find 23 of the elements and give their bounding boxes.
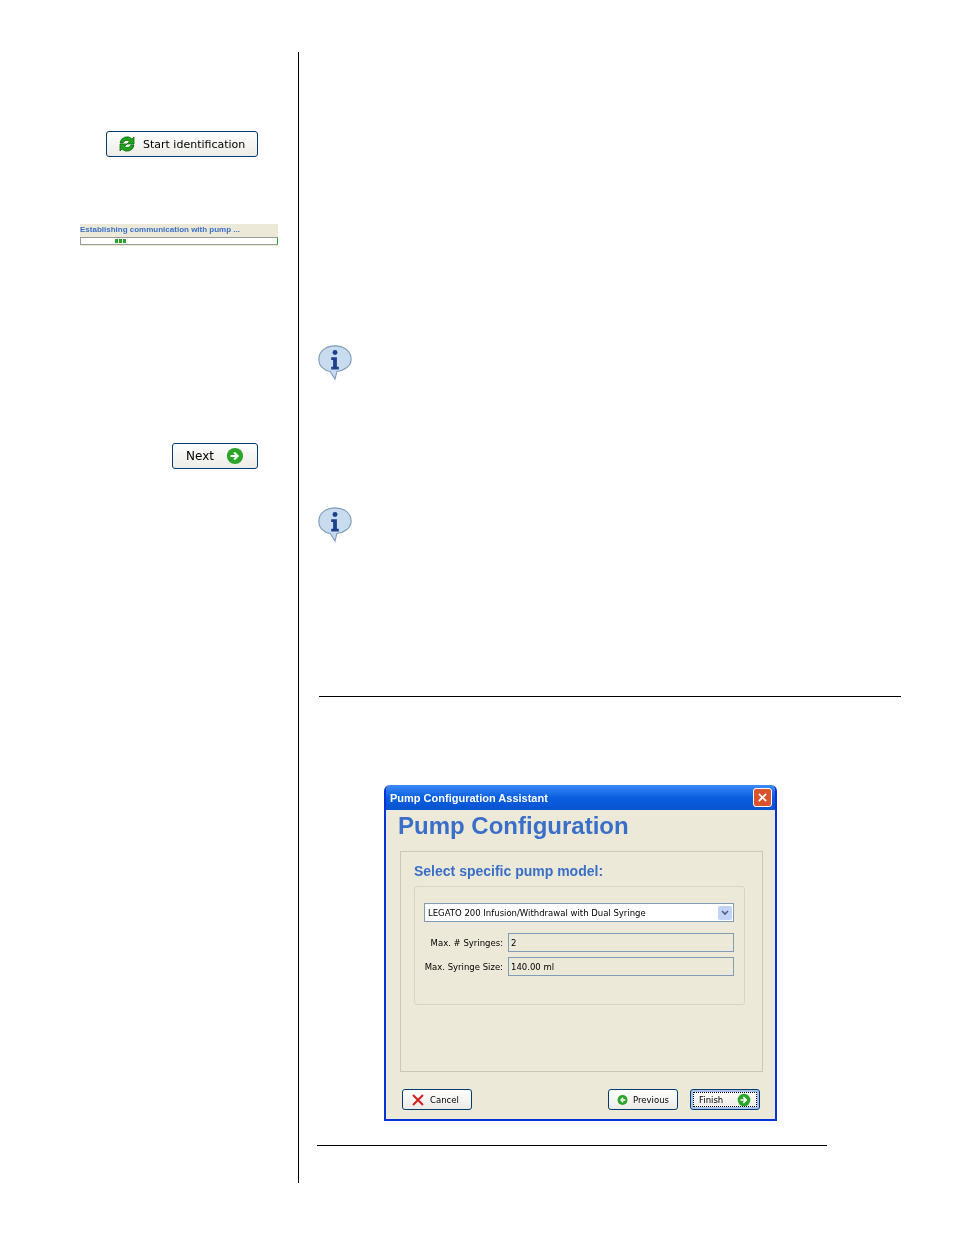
window-title: Pump Configuration Assistant — [390, 791, 548, 804]
info-icon — [316, 343, 354, 381]
previous-button[interactable]: Previous — [608, 1089, 678, 1110]
start-identification-button[interactable]: Start identification — [106, 131, 258, 157]
progress-caption: Establishing communication with pump ... — [80, 224, 241, 234]
next-button[interactable]: Next — [172, 443, 258, 469]
dialog-heading: Pump Configuration — [398, 812, 630, 840]
info-icon — [316, 505, 354, 543]
arrow-left-icon — [617, 1092, 629, 1107]
refresh-icon — [117, 134, 137, 154]
model-dropdown[interactable]: LEGATO 200 Infusion/Withdrawal with Dual Syringe — [424, 903, 734, 922]
cross-icon — [411, 1092, 425, 1107]
cancel-button[interactable]: Cancel — [402, 1089, 472, 1110]
readonly-field[interactable]: 2 — [508, 933, 734, 952]
finish-button[interactable]: Finish — [690, 1089, 760, 1110]
arrow-right-icon — [226, 447, 244, 465]
close-icon — [757, 792, 768, 803]
group-label: Select specific pump model: — [414, 863, 605, 879]
arrow-right-icon — [737, 1092, 751, 1107]
field-label: Max. Syringe Size: — [424, 961, 503, 972]
readonly-field[interactable]: 140.00 ml — [508, 957, 734, 976]
close-button[interactable] — [753, 788, 772, 807]
field-label: Max. # Syringes: — [430, 937, 503, 948]
